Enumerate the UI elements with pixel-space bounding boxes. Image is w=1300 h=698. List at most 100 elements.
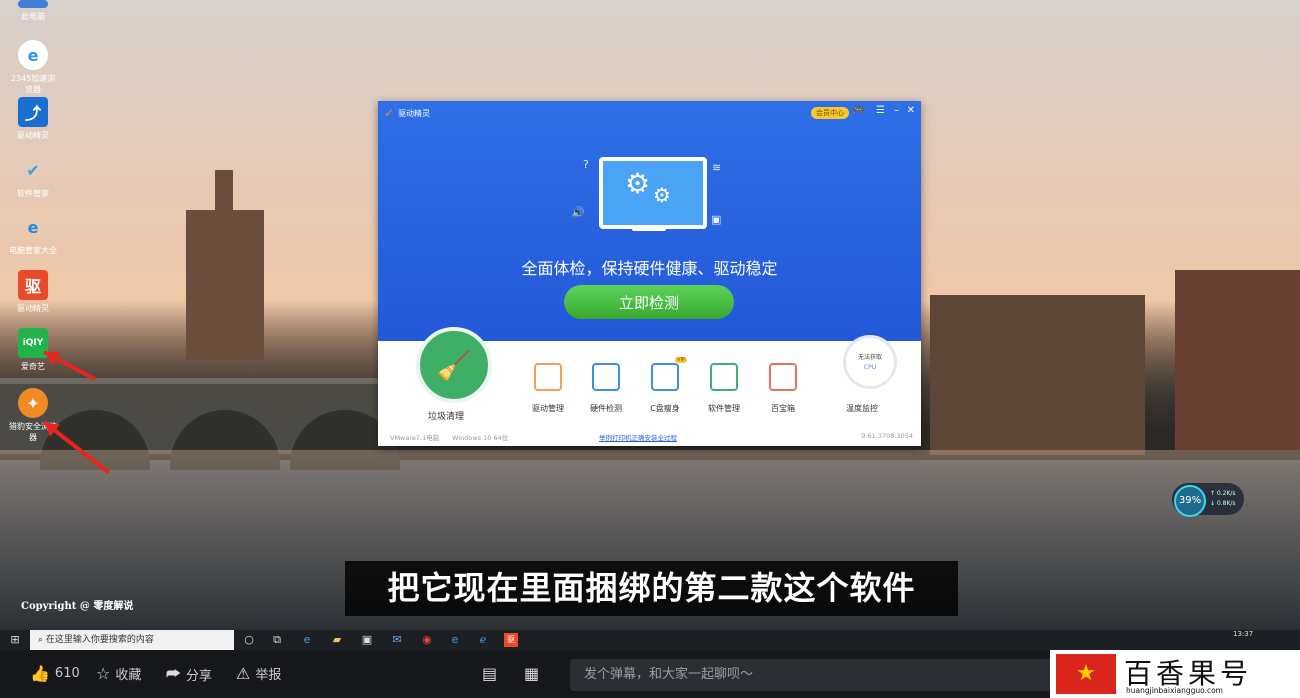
clock-tower <box>186 210 264 360</box>
task-view-icon[interactable]: ⧉ <box>270 633 284 647</box>
printer-install-link[interactable]: 举例打印机正确安装全过程 <box>599 432 677 442</box>
desktop-icon-ie[interactable]: e 电脑管家大全 <box>8 212 58 256</box>
brand-logo-icon: ★ <box>1056 654 1116 694</box>
tool-label: C盘瘦身 <box>650 404 680 413</box>
desktop-icon-label: 软件管家 <box>17 189 49 198</box>
like-button[interactable]: 👍 610 <box>30 664 80 683</box>
device-name: VMware7.1电脑 <box>390 434 440 442</box>
windows-start-icon[interactable]: ⊞ <box>8 633 22 647</box>
network-speed-widget[interactable]: 39% ↑ 0.2K/s ↓ 0.8K/s <box>1172 483 1244 517</box>
app-hero: ✓ 驱动精灵 会员中心 🎮 ☰ – ✕ ? 🔊 ≋ ▣ ⚙ ⚙ 全面体检，保持硬… <box>378 101 921 341</box>
computer-icon <box>18 0 48 8</box>
wifi-icon: ≋ <box>712 161 722 174</box>
cpu-label: CPU <box>863 364 877 371</box>
vip-center-button[interactable]: 会员中心 <box>811 107 849 119</box>
star-icon: ☆ <box>96 664 111 683</box>
app-tools-panel: 🧹 垃圾清理 驱动管理 硬件检测 VIP C盘瘦身 软件管理 百宝箱 无法获取 … <box>378 327 921 446</box>
video-subtitle: 把它现在里面捆绑的第二款这个软件 <box>345 561 958 616</box>
driver-taskbar-icon[interactable]: 驱 <box>504 633 518 647</box>
tool-label: 百宝箱 <box>771 404 795 413</box>
vip-badge: VIP <box>675 357 687 363</box>
desktop: 此电脑 e 2345加速浏览器 ⤴ 驱动精灵 ✔ 软件管家 e 电脑管家大全 驱… <box>0 0 1300 630</box>
tower-spire <box>215 170 233 220</box>
cortana-icon[interactable]: ○ <box>242 633 256 647</box>
chrome-icon[interactable]: ◉ <box>420 633 434 647</box>
os-version: Windows 10 64位 <box>452 434 509 442</box>
like-count: 610 <box>54 666 80 681</box>
warning-icon: ⚠ <box>236 664 251 683</box>
scan-now-button[interactable]: 立即检测 <box>564 285 734 319</box>
desktop-icon-label: 驱动精灵 <box>17 304 49 313</box>
cpu-temp-ring[interactable]: 无法获取 CPU <box>843 335 897 389</box>
taskbar-clock: 13:37 <box>1233 630 1254 638</box>
tool-driver-manage[interactable]: 驱动管理 <box>520 363 576 414</box>
desktop-icon-label: 驱动精灵 <box>17 131 49 140</box>
favorite-button[interactable]: ☆ 收藏 <box>96 664 141 683</box>
desktop-icon-label: 电脑管家大全 <box>9 246 57 255</box>
app-logo-icon: ✓ <box>384 106 395 120</box>
ie-icon: e <box>27 217 39 237</box>
tool-label: 软件管理 <box>708 404 740 413</box>
broom-icon: 🧹 <box>436 348 472 382</box>
danmaku-toggle-button[interactable]: ▤ <box>482 664 497 683</box>
memory-percent: 39% <box>1174 485 1206 517</box>
cpu-status: 无法获取 <box>857 354 882 361</box>
toolbox-icon <box>769 363 797 391</box>
building-far-right <box>1175 270 1300 450</box>
copyright-watermark: Copyright @ 零度解说 <box>21 601 134 612</box>
ie-taskbar-icon[interactable]: ℯ <box>476 633 490 647</box>
taskbar-search[interactable]: ⌕ 在这里输入你要搜索的内容 <box>30 630 234 650</box>
app-footer: VMware7.1电脑 Windows 10 64位 举例打印机正确安装全过程 … <box>378 432 921 446</box>
search-icon: ⌕ <box>38 635 44 645</box>
desktop-icon-label: 爱奇艺 <box>21 362 45 371</box>
software-manage-icon <box>710 363 738 391</box>
tool-toolbox[interactable]: 百宝箱 <box>755 363 811 414</box>
upload-speed: ↑ 0.2K/s <box>1210 490 1236 497</box>
desktop-icon-driver-genius[interactable]: ⤴ 驱动精灵 <box>8 97 58 141</box>
share-label: 分享 <box>185 668 212 684</box>
brand-url: huangjinbaixiangguo.com <box>1126 686 1223 695</box>
file-explorer-icon[interactable]: ▰ <box>330 633 344 647</box>
desktop-icon-driver[interactable]: 驱 驱动精灵 <box>8 270 58 314</box>
browser-2345-icon[interactable]: e <box>448 633 462 647</box>
app-headline: 全面体检，保持硬件健康、驱动稳定 <box>521 259 778 278</box>
browser-icon: e <box>18 40 48 70</box>
c-drive-icon: VIP <box>651 357 687 391</box>
video-action-bar: 👍 610 ☆ 收藏 ⮫ 分享 ⚠ 举报 ▤ ▦ 发个弹幕，和大家一起聊呗～ ★… <box>0 650 1300 698</box>
share-button[interactable]: ⮫ 分享 <box>166 664 212 684</box>
close-button[interactable]: ✕ <box>907 105 915 116</box>
building-right <box>930 295 1145 455</box>
desktop-icon-this-pc[interactable]: 此电脑 <box>8 0 58 22</box>
driver-genius-icon: ⤴ <box>18 97 48 127</box>
store-icon[interactable]: ▣ <box>360 633 374 647</box>
tool-software-manage[interactable]: 软件管理 <box>696 363 752 414</box>
danmaku-input[interactable]: 发个弹幕，和大家一起聊呗～ <box>570 659 1055 691</box>
edge-icon[interactable]: e <box>300 633 314 647</box>
danmaku-settings-icon: ▦ <box>524 664 540 683</box>
desktop-icon-browser[interactable]: e 2345加速浏览器 <box>8 40 58 95</box>
mail-icon[interactable]: ✉ <box>390 633 404 647</box>
driver-genius-window: ✓ 驱动精灵 会员中心 🎮 ☰ – ✕ ? 🔊 ≋ ▣ ⚙ ⚙ 全面体检，保持硬… <box>378 101 921 446</box>
danmaku-settings-button[interactable]: ▦ <box>524 664 539 683</box>
junk-clean-label: 垃圾清理 <box>428 412 465 422</box>
question-icon: ? <box>583 158 589 171</box>
minimize-button[interactable]: – <box>894 105 899 116</box>
desktop-icon-software-manager[interactable]: ✔ 软件管家 <box>8 155 58 199</box>
tool-c-drive-slim[interactable]: VIP C盘瘦身 <box>637 357 693 414</box>
brand-watermark: ★ 百香果号 huangjinbaixiangguo.com <box>1050 650 1300 698</box>
temp-monitor-label: 温度监控 <box>846 404 878 413</box>
windows-taskbar: ⊞ ⌕ 在这里输入你要搜索的内容 ○ ⧉ e ▰ ▣ ✉ ◉ e ℯ 驱 13:… <box>0 630 1300 650</box>
menu-icon[interactable]: ☰ <box>876 105 885 116</box>
search-placeholder: 在这里输入你要搜索的内容 <box>45 635 154 645</box>
desktop-icon-label: 2345加速浏览器 <box>10 74 56 94</box>
tool-hardware-check[interactable]: 硬件检测 <box>578 363 634 414</box>
chip-icon: ▣ <box>711 213 722 226</box>
junk-clean-button[interactable]: 🧹 <box>416 327 492 403</box>
share-icon: ⮫ <box>166 664 181 683</box>
danmaku-off-icon: ▤ <box>482 664 498 683</box>
app-title: 驱动精灵 <box>398 108 431 118</box>
shield-icon: ✔ <box>26 160 40 180</box>
game-icon[interactable]: 🎮 <box>853 105 865 116</box>
driver-manage-icon <box>534 363 562 391</box>
report-button[interactable]: ⚠ 举报 <box>236 664 281 683</box>
